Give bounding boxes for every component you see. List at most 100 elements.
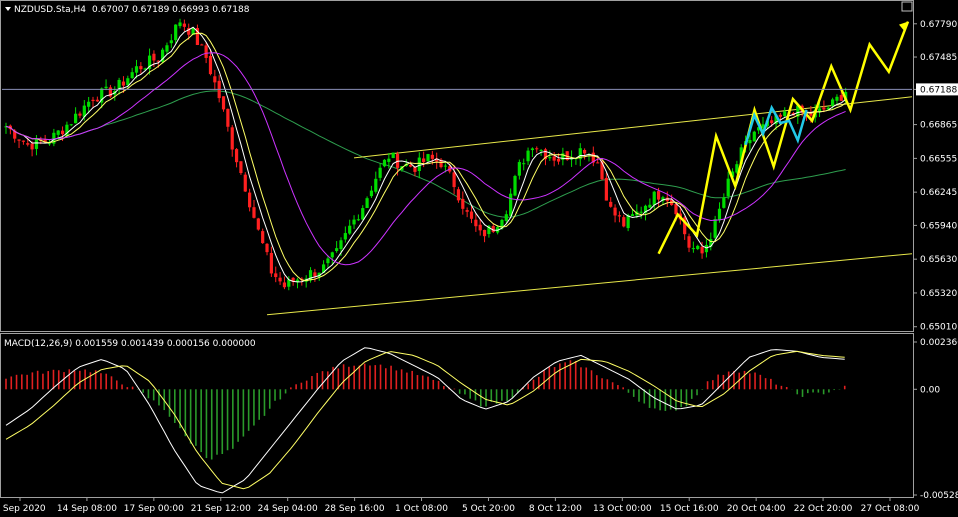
candle — [356, 214, 360, 221]
candle — [526, 147, 530, 166]
channel-lower-line[interactable] — [266, 253, 913, 316]
price-tick-label: 0.66245 — [920, 188, 957, 198]
candle — [530, 147, 535, 158]
candle — [161, 47, 165, 64]
candle — [348, 219, 352, 235]
candle — [622, 214, 626, 228]
candle — [461, 191, 465, 215]
price-pane-frame — [0, 0, 914, 332]
macd-tick-label: 0.002366 — [920, 338, 958, 348]
time-tick-label: 1 Oct 08:00 — [395, 504, 448, 514]
candle — [178, 18, 182, 29]
chart-window[interactable]: 0.67790 0.67485 0.67188 0.66865 0.66555 0.662… — [0, 0, 958, 517]
long-ma-layer — [5, 90, 846, 218]
candle — [243, 172, 247, 192]
candle — [30, 141, 34, 157]
candle — [195, 24, 200, 46]
candle — [304, 275, 308, 288]
candle — [726, 171, 730, 200]
candle — [696, 244, 700, 251]
candle — [335, 241, 339, 253]
candle — [343, 226, 347, 243]
moving-averages-layer — [5, 26, 846, 283]
dropdown-triangle-icon[interactable] — [5, 7, 11, 11]
candle — [130, 67, 134, 79]
candle — [295, 277, 300, 289]
forecast-yellow-path[interactable] — [657, 21, 910, 255]
candle — [369, 185, 374, 199]
ohlc-label: 0.67007 0.67189 0.66993 0.67188 — [92, 5, 250, 15]
candle — [413, 166, 417, 177]
candle — [8, 124, 12, 135]
candle — [535, 146, 539, 153]
candle — [21, 140, 26, 145]
time-tick-label: 22 Oct 20:00 — [794, 504, 853, 514]
symbol-label: NZDUSD.Sta,H4 — [14, 5, 86, 15]
time-tick-label: 15 Oct 16:00 — [660, 504, 719, 514]
candle — [278, 272, 282, 285]
candle — [256, 217, 260, 231]
candle — [4, 122, 8, 134]
time-tick-label: 13 Oct 00:00 — [593, 504, 652, 514]
candle — [465, 207, 469, 218]
fast-ma-line — [5, 26, 846, 283]
time-tick-label: 17 Sep 00:00 — [124, 504, 184, 514]
candle — [478, 219, 482, 236]
candle — [17, 139, 21, 149]
macd-signal-line — [5, 350, 845, 490]
candle — [265, 243, 269, 256]
symbol-header: NZDUSD.Sta,H4 0.67007 0.67189 0.66993 0.… — [5, 5, 250, 15]
long-ma-line — [5, 90, 846, 218]
candle — [34, 135, 39, 156]
time-tick-label: 21 Sep 12:00 — [191, 504, 251, 514]
candle — [248, 188, 252, 212]
price-tick-label: 0.65320 — [920, 289, 957, 299]
candle — [613, 204, 617, 223]
channel-upper-line[interactable] — [353, 96, 913, 159]
candle — [213, 69, 217, 90]
candle — [252, 200, 256, 219]
candle — [221, 96, 226, 112]
candle — [104, 79, 108, 91]
candle — [617, 211, 622, 223]
candle — [78, 111, 82, 119]
candle — [200, 43, 204, 46]
forecast-arrows — [657, 21, 910, 255]
candle — [639, 206, 643, 219]
candle — [374, 171, 378, 194]
macd-pane-frame — [0, 333, 914, 498]
candle — [69, 123, 73, 127]
candle — [835, 94, 839, 105]
candle — [648, 198, 652, 209]
price-axis: 0.67790 0.67485 0.67188 0.66865 0.66555 0.662… — [913, 20, 958, 333]
candle — [561, 147, 565, 166]
candle — [604, 172, 608, 201]
candle — [117, 77, 121, 95]
macd-axis: 0.002366 0.00 -0.005288 — [913, 338, 958, 501]
candle — [752, 130, 756, 142]
macd-layer — [5, 347, 846, 494]
candle — [239, 161, 243, 175]
candle — [522, 158, 526, 171]
candle — [313, 268, 317, 282]
candle — [274, 266, 278, 283]
time-tick-label: 14 Sep 08:00 — [57, 504, 117, 514]
candle — [439, 158, 443, 169]
candle — [169, 34, 173, 48]
time-tick-label: 24 Sep 04:00 — [258, 504, 318, 514]
shift-icon[interactable] — [901, 1, 913, 12]
time-tick-label: 27 Oct 08:00 — [861, 504, 920, 514]
candle — [352, 215, 356, 229]
candle — [691, 241, 695, 253]
price-tick-label: 0.65940 — [920, 221, 957, 231]
candle — [139, 62, 143, 74]
candle — [687, 233, 691, 253]
time-tick-label: 20 Oct 04:00 — [727, 504, 786, 514]
time-tick-label: 9 Sep 2020 — [0, 504, 46, 514]
candle — [74, 107, 78, 124]
price-tick-label: 0.67790 — [920, 20, 957, 30]
chart-canvas[interactable]: 0.67790 0.67485 0.67188 0.66865 0.66555 0.662… — [0, 0, 958, 517]
candle — [204, 42, 208, 64]
candle — [217, 75, 221, 103]
price-tick-label: 0.67188 — [920, 85, 957, 95]
